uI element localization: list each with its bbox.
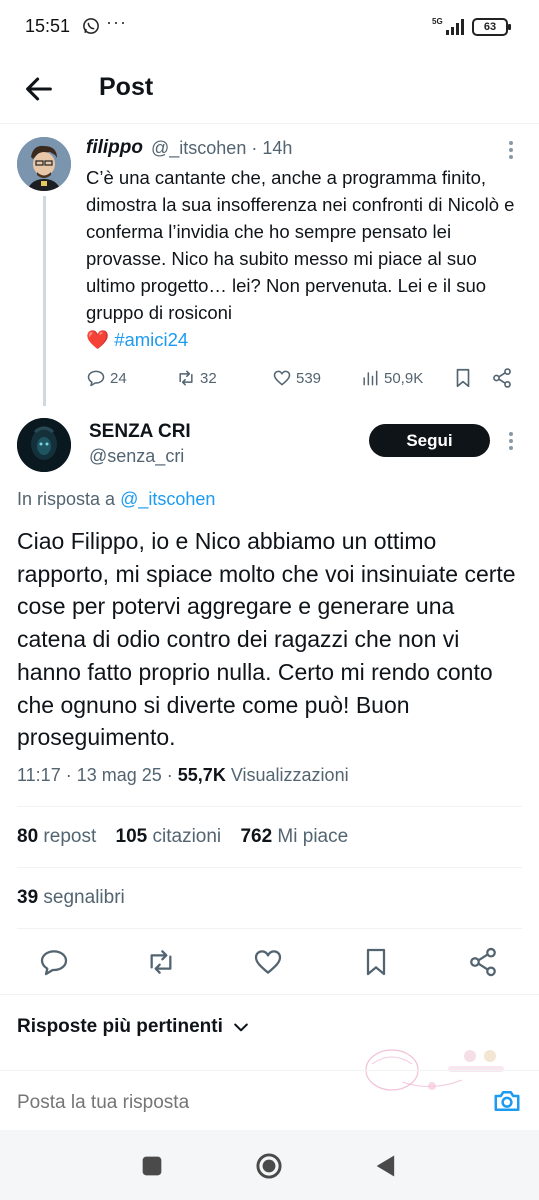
reply-input[interactable] <box>17 1092 437 1114</box>
tweet-actions: 24 32 539 50,9K <box>86 364 526 392</box>
tweet-body: C’è una cantante che, anche a programma … <box>86 167 515 323</box>
reply-action[interactable]: 24 <box>86 364 127 392</box>
views-action[interactable]: 50,9K <box>360 364 423 392</box>
heart-icon[interactable] <box>252 946 284 978</box>
battery-icon: 63 <box>472 18 511 36</box>
tweet-meta: 11:17 · 13 mag 25 · 55,7K Visualizzazion… <box>17 765 349 786</box>
hashtag-link[interactable]: #amici24 <box>114 329 188 350</box>
tweet-timestamp[interactable]: 11:17 · 13 mag 25 · <box>17 765 173 785</box>
tweet-text: C’è una cantante che, anche a programma … <box>86 164 526 353</box>
whatsapp-icon <box>83 18 99 34</box>
sort-replies-dropdown[interactable]: Risposte più pertinenti <box>17 1016 251 1038</box>
thread-line <box>43 196 46 406</box>
avatar[interactable] <box>17 137 71 191</box>
header: Post <box>0 54 539 124</box>
back-icon[interactable] <box>372 1152 400 1180</box>
views-label: Visualizzazioni <box>230 765 349 785</box>
author-name[interactable]: filippo <box>86 137 143 159</box>
repost-count: 32 <box>200 369 217 387</box>
author-handle[interactable]: @senza_cri <box>89 446 184 467</box>
likes-label: Mi piace <box>277 826 349 847</box>
more-options-icon[interactable] <box>502 430 520 454</box>
avatar[interactable] <box>17 418 71 472</box>
in-reply-prefix: In risposta a <box>17 489 116 509</box>
reposts-stat[interactable]: 80 repost <box>17 826 96 847</box>
author-handle-time[interactable]: @_itscohen · 14h <box>151 138 292 159</box>
system-nav-bar <box>0 1130 539 1200</box>
bookmark-icon[interactable] <box>452 367 474 389</box>
notification-more-icon: ··· <box>106 12 127 32</box>
repost-action[interactable]: 32 <box>176 364 217 392</box>
divider <box>0 994 539 995</box>
in-reply-to: In risposta a @_itscohen <box>17 489 215 510</box>
battery-level: 63 <box>483 21 497 33</box>
reply-composer <box>0 1070 539 1130</box>
follow-button[interactable]: Segui <box>369 424 490 457</box>
views-chart-icon <box>363 370 378 386</box>
tweet-text: Ciao Filippo, io e Nico abbiamo un ottim… <box>17 528 516 751</box>
back-arrow-icon[interactable] <box>22 72 56 106</box>
in-reply-handle-link[interactable]: @_itscohen <box>120 489 215 509</box>
sort-label: Risposte più pertinenti <box>17 1016 223 1037</box>
share-icon[interactable] <box>467 946 499 978</box>
avatar-illustration <box>17 137 71 191</box>
chevron-down-icon <box>234 1023 248 1032</box>
home-icon[interactable] <box>255 1152 283 1180</box>
views-count: 55,7K <box>177 765 226 785</box>
quotes-stat[interactable]: 105 citazioni <box>116 826 222 847</box>
reposts-label: repost <box>43 826 97 847</box>
heart-icon <box>273 370 291 386</box>
signal-icon: 5G <box>432 17 464 35</box>
likes-count: 762 <box>240 826 273 847</box>
tweet-actions-bar <box>0 940 539 986</box>
like-count: 539 <box>296 369 322 387</box>
recents-icon[interactable] <box>138 1152 166 1180</box>
reply-count: 24 <box>110 369 127 387</box>
divider <box>17 867 522 868</box>
reposts-count: 80 <box>17 826 39 847</box>
page-title: Post <box>99 73 154 101</box>
like-action[interactable]: 539 <box>272 364 321 392</box>
author-name[interactable]: SENZA CRI <box>89 421 191 443</box>
avatar-illustration <box>17 418 71 472</box>
more-options-icon[interactable] <box>502 139 520 163</box>
bookmarks-count: 39 <box>17 887 39 908</box>
bookmarks-label: segnalibri <box>43 887 125 908</box>
divider <box>17 928 522 929</box>
divider <box>17 806 522 807</box>
views-count: 50,9K <box>384 369 424 387</box>
bookmarks-stat[interactable]: 39 segnalibri <box>17 887 125 909</box>
reply-icon[interactable] <box>38 946 70 978</box>
reply-icon <box>87 370 105 387</box>
quotes-count: 105 <box>115 826 148 847</box>
status-bar: 15:51 ··· 5G 63 <box>0 0 539 54</box>
repost-icon <box>179 370 193 386</box>
repost-icon[interactable] <box>145 946 177 978</box>
heart-emoji: ❤️ <box>86 329 110 350</box>
likes-stat[interactable]: 762 Mi piace <box>240 826 348 847</box>
share-icon[interactable] <box>491 367 513 389</box>
bookmark-icon[interactable] <box>360 946 392 978</box>
camera-icon[interactable] <box>491 1086 523 1116</box>
engagement-stats: 80 repost 105 citazioni 762 Mi piace <box>17 826 362 848</box>
quotes-label: citazioni <box>152 826 222 847</box>
network-type-label: 5G <box>432 17 443 26</box>
status-time: 15:51 <box>25 16 71 36</box>
